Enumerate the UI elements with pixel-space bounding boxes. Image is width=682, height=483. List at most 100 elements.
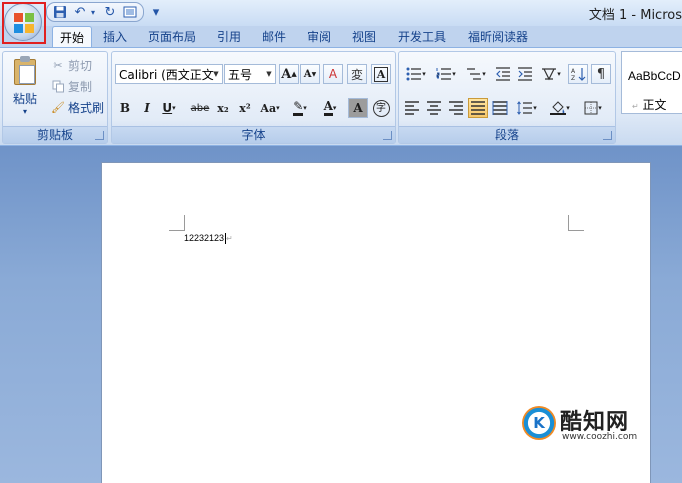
character-shading-button[interactable]: A	[348, 98, 368, 118]
chinese-layout-button[interactable]: ▾	[537, 64, 565, 84]
paste-button[interactable]: 粘贴 ▾	[9, 56, 41, 116]
enclose-characters-icon: 字	[372, 99, 390, 117]
numbering-button[interactable]: ▾	[432, 64, 460, 84]
shrink-font-button[interactable]: A ▼	[300, 64, 320, 84]
paragraph-group: ▾ ▾ ▾ ▾ AZ ¶ ▾ ▾ ▾ 段落	[398, 51, 616, 144]
paragraph-group-label: 段落	[399, 126, 615, 143]
undo-dropdown-icon[interactable]: ▾	[91, 8, 99, 17]
tab-insert[interactable]: 插入	[97, 26, 133, 48]
scissors-icon: ✂	[53, 58, 63, 72]
align-right-button[interactable]	[446, 98, 466, 118]
superscript-icon: x²	[239, 101, 251, 115]
numbering-icon	[436, 68, 452, 80]
phonetic-guide-button[interactable]: 変	[347, 64, 367, 84]
sort-icon: AZ	[571, 68, 586, 81]
tab-foxit-reader[interactable]: 福昕阅读器	[460, 26, 536, 48]
tab-home[interactable]: 开始	[52, 26, 92, 48]
show-formatting-marks-button[interactable]: ¶	[591, 64, 611, 84]
shrink-font-icon: A	[303, 68, 312, 80]
align-left-button[interactable]	[402, 98, 422, 118]
multilevel-list-button[interactable]: ▾	[462, 64, 490, 84]
borders-button[interactable]: ▾	[578, 98, 608, 118]
font-name-combo[interactable]: Calibri (西文正文 ▼	[115, 64, 223, 84]
underline-button[interactable]: U ▾	[159, 98, 179, 118]
enclose-characters-button[interactable]: 字	[371, 98, 391, 118]
font-color-icon: A	[323, 100, 333, 116]
customize-toolbar-icon[interactable]: ▾	[147, 3, 165, 21]
distributed-button[interactable]	[490, 98, 510, 118]
subscript-button[interactable]: x₂	[213, 98, 233, 118]
font-color-button[interactable]: A ▾	[316, 98, 344, 118]
strikethrough-icon: abe	[190, 102, 210, 114]
font-name-dropdown-icon[interactable]: ▼	[211, 66, 221, 82]
bold-icon: B	[119, 101, 131, 115]
office-button[interactable]	[2, 2, 46, 44]
paragraph-dialog-launcher-icon[interactable]	[603, 131, 612, 140]
ribbon: 粘贴 ▾ ✂ 剪切 复制 🖌 格式刷 剪贴板 Calibri (西文正文 ▼ 五…	[0, 47, 682, 146]
paragraph-shading-button[interactable]: ▾	[545, 98, 575, 118]
style-normal-thumbnail[interactable]: AaBbCcD ↵ 正文	[621, 51, 682, 114]
svg-text:Z: Z	[571, 75, 575, 81]
change-case-icon: Aa	[260, 101, 277, 115]
margin-corner-top-right	[568, 215, 584, 231]
align-right-icon	[449, 101, 463, 115]
window-title: 文档 1 - Micros	[588, 8, 682, 23]
font-size-dropdown-icon[interactable]: ▼	[264, 66, 274, 82]
cut-button[interactable]: ✂ 剪切	[51, 56, 92, 74]
style-name-label: 正文	[642, 98, 667, 112]
justify-button[interactable]	[468, 98, 488, 118]
bullets-button[interactable]: ▾	[402, 64, 430, 84]
clipboard-dialog-launcher-icon[interactable]	[95, 131, 104, 140]
redo-icon[interactable]: ↻	[101, 3, 119, 21]
undo-icon[interactable]: ↶	[71, 3, 89, 21]
copy-label: 复制	[68, 79, 93, 94]
font-size-combo[interactable]: 五号 ▼	[224, 64, 276, 84]
paint-bucket-icon	[550, 101, 567, 115]
line-spacing-button[interactable]: ▾	[513, 98, 541, 118]
align-center-button[interactable]	[424, 98, 444, 118]
clear-formatting-button[interactable]: A	[323, 64, 343, 84]
return-mark-icon: ↵	[632, 102, 639, 111]
paste-dropdown-icon[interactable]: ▾	[9, 107, 41, 116]
superscript-button[interactable]: x²	[235, 98, 255, 118]
line-spacing-icon	[517, 101, 533, 115]
decrease-indent-icon	[496, 67, 510, 81]
document-body-text[interactable]: 12232123 ↵	[184, 233, 233, 245]
paste-icon	[12, 56, 38, 86]
decrease-indent-button[interactable]	[493, 64, 513, 84]
strikethrough-button[interactable]: abe	[188, 98, 212, 118]
eraser-icon: A	[328, 67, 338, 81]
copy-button[interactable]: 复制	[51, 77, 92, 95]
tab-developer[interactable]: 开发工具	[390, 26, 454, 48]
grow-font-button[interactable]: A ▲	[279, 64, 299, 84]
save-icon[interactable]	[51, 3, 69, 21]
tab-review[interactable]: 审阅	[300, 26, 338, 48]
increase-indent-button[interactable]	[515, 64, 535, 84]
clipboard-group-label: 剪贴板	[3, 126, 107, 143]
font-dialog-launcher-icon[interactable]	[383, 131, 392, 140]
tab-references[interactable]: 引用	[210, 26, 248, 48]
borders-icon	[584, 101, 598, 115]
italic-button[interactable]: I	[137, 98, 157, 118]
paintbrush-icon: 🖌	[51, 100, 65, 114]
format-painter-button[interactable]: 🖌 格式刷	[51, 98, 104, 116]
tab-mailings[interactable]: 邮件	[255, 26, 293, 48]
title-bar: ↶ ▾ ↻ ▾ 文档 1 - Micros	[0, 0, 682, 26]
change-case-button[interactable]: Aa ▾	[257, 98, 283, 118]
tab-page-layout[interactable]: 页面布局	[140, 26, 204, 48]
tab-view[interactable]: 视图	[345, 26, 383, 48]
italic-icon: I	[144, 101, 150, 115]
font-group-label: 字体	[112, 126, 395, 143]
watermark-logo-letter: K	[533, 414, 545, 432]
multilevel-list-icon	[467, 68, 482, 80]
format-painter-label: 格式刷	[68, 100, 105, 115]
print-preview-icon[interactable]	[121, 3, 139, 21]
quick-access-toolbar: ↶ ▾ ↻ ▾	[46, 2, 165, 22]
text-highlight-button[interactable]: ✎ ▾	[286, 98, 314, 118]
clipboard-group: 粘贴 ▾ ✂ 剪切 复制 🖌 格式刷 剪贴板	[2, 51, 108, 144]
character-border-button[interactable]: A	[371, 64, 391, 84]
bold-button[interactable]: B	[115, 98, 135, 118]
site-watermark: K 酷知网 www.coozhi.com	[518, 402, 668, 452]
grow-font-icon: A	[281, 66, 292, 82]
sort-button[interactable]: AZ	[568, 64, 588, 84]
